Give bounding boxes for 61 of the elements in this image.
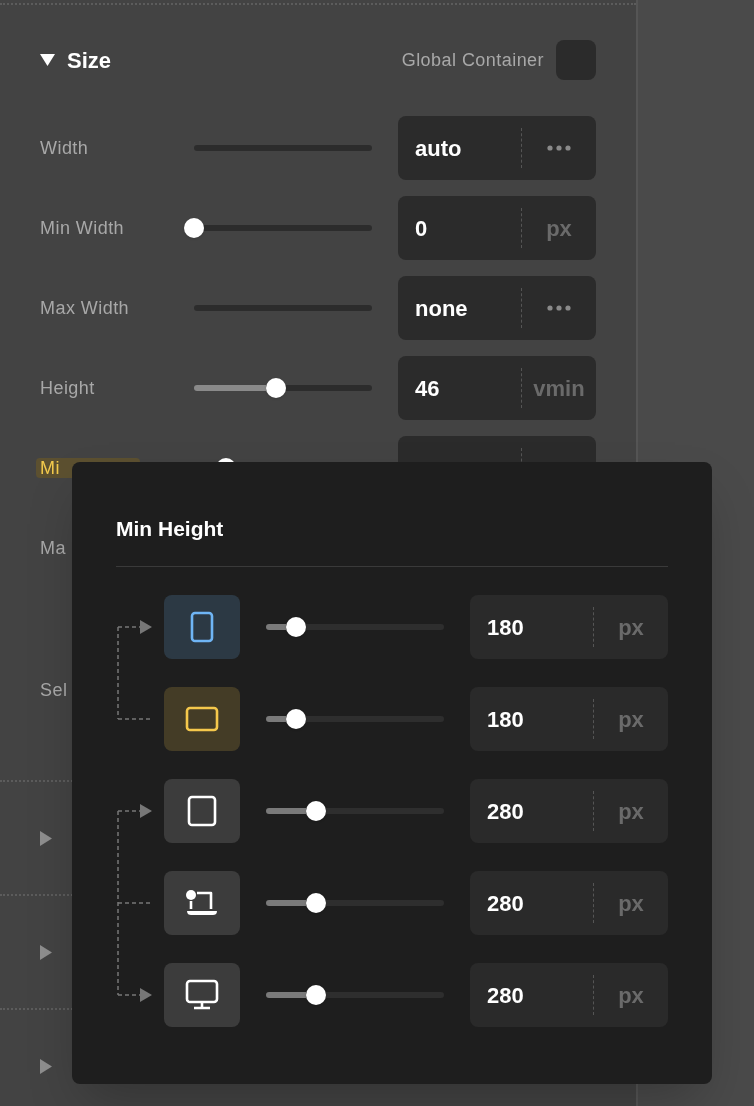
field-value: 180 (487, 706, 524, 732)
device-button[interactable] (164, 595, 240, 659)
device-button[interactable] (164, 963, 240, 1027)
slider-fill (266, 716, 287, 722)
tablet-icon (190, 611, 214, 643)
value-field[interactable]: 280 px (470, 779, 668, 843)
property-label: Ma (40, 536, 66, 560)
value-field[interactable]: 0 px (398, 196, 596, 260)
property-label: Height (39, 377, 96, 398)
device-button[interactable] (164, 779, 240, 843)
popover-title: Min Height (116, 516, 225, 542)
unit-label: px (618, 981, 644, 1010)
slider-thumb[interactable] (265, 378, 286, 398)
slider-thumb[interactable] (184, 218, 204, 238)
slider-thumb[interactable] (286, 709, 307, 729)
property-label: Min Width (39, 217, 126, 238)
slider-thumb[interactable] (286, 617, 307, 637)
global-container-label: Global Container (401, 48, 544, 72)
unit-label: px (618, 889, 644, 918)
unit-label: px (618, 797, 644, 826)
value-field[interactable]: 46 vmin (398, 356, 596, 420)
field-value: none (415, 295, 468, 321)
property-label: Max Width (39, 297, 131, 318)
unit-label: vmin (533, 374, 585, 403)
value-field[interactable]: none (398, 276, 596, 340)
slider-fill (266, 900, 306, 906)
field-value: 180 (487, 614, 524, 640)
property-label: Width (39, 137, 90, 158)
field-value: 280 (487, 890, 524, 916)
field-value: 46 (415, 375, 440, 401)
property-label: Sel (40, 678, 68, 702)
unit-label: px (618, 613, 644, 642)
slider-fill (194, 385, 266, 391)
more-icon[interactable] (547, 145, 571, 151)
slider-fill (266, 624, 287, 630)
value-field[interactable]: 180 px (470, 687, 668, 751)
unit-label: px (618, 705, 644, 734)
slider-fill (266, 808, 306, 814)
slider-thumb[interactable] (305, 985, 326, 1005)
value-field[interactable]: auto (398, 116, 596, 180)
caret-icon[interactable] (40, 54, 55, 66)
section-title[interactable]: Size (67, 43, 112, 77)
monitor-icon (185, 979, 219, 1011)
value-field[interactable]: 180 px (470, 595, 668, 659)
value-field[interactable]: 280 px (470, 871, 668, 935)
square-icon (187, 795, 217, 827)
device-button[interactable] (164, 871, 240, 935)
more-icon[interactable] (547, 305, 571, 311)
device-button[interactable] (164, 687, 240, 751)
tablet-icon (185, 706, 219, 732)
slider-fill (266, 992, 306, 998)
field-value: 280 (487, 798, 524, 824)
slider-thumb[interactable] (305, 893, 326, 913)
laptop-icon (185, 889, 219, 917)
field-value: auto (415, 135, 462, 161)
checkbox[interactable] (556, 40, 596, 80)
value-field[interactable]: 280 px (470, 963, 668, 1027)
unit-label: px (546, 214, 572, 243)
slider-thumb[interactable] (305, 801, 326, 821)
field-value: 280 (487, 982, 524, 1008)
field-value: 0 (415, 215, 428, 241)
